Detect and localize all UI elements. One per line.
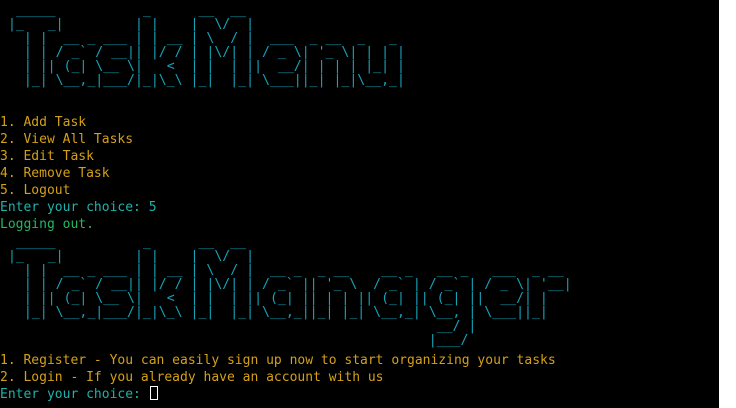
logout-status-message: Logging out. [0,217,94,232]
vertical-scrollbar[interactable] [719,0,736,408]
terminal-window[interactable]: _____ _ __ __ |_ _| | | | \/ | | | __ _ … [0,0,719,408]
menu-item-add-task: 1. Add Task [0,115,87,130]
text-cursor[interactable] [149,386,158,400]
menu-item-edit-task: 3. Edit Task [0,149,94,164]
task-menu-ascii-banner: _____ _ __ __ |_ _| | | | \/ | | | __ _ … [7,3,405,88]
menu-item-register: 1. Register - You can easily sign up now… [0,353,556,368]
menu-item-remove-task: 4. Remove Task [0,166,110,181]
task-manager-ascii-banner: _____ _ __ __ |_ _| | | | \/ | | | __ _ … [7,235,572,348]
menu-item-logout: 5. Logout [0,183,71,198]
menu-item-login: 2. Login - If you already have an accoun… [0,370,384,385]
menu-item-view-all-tasks: 2. View All Tasks [0,132,134,147]
choice-prompt: Enter your choice: 5 [0,200,157,215]
choice-input-line[interactable]: Enter your choice: [0,386,158,403]
choice-prompt-label: Enter your choice: [0,387,149,402]
